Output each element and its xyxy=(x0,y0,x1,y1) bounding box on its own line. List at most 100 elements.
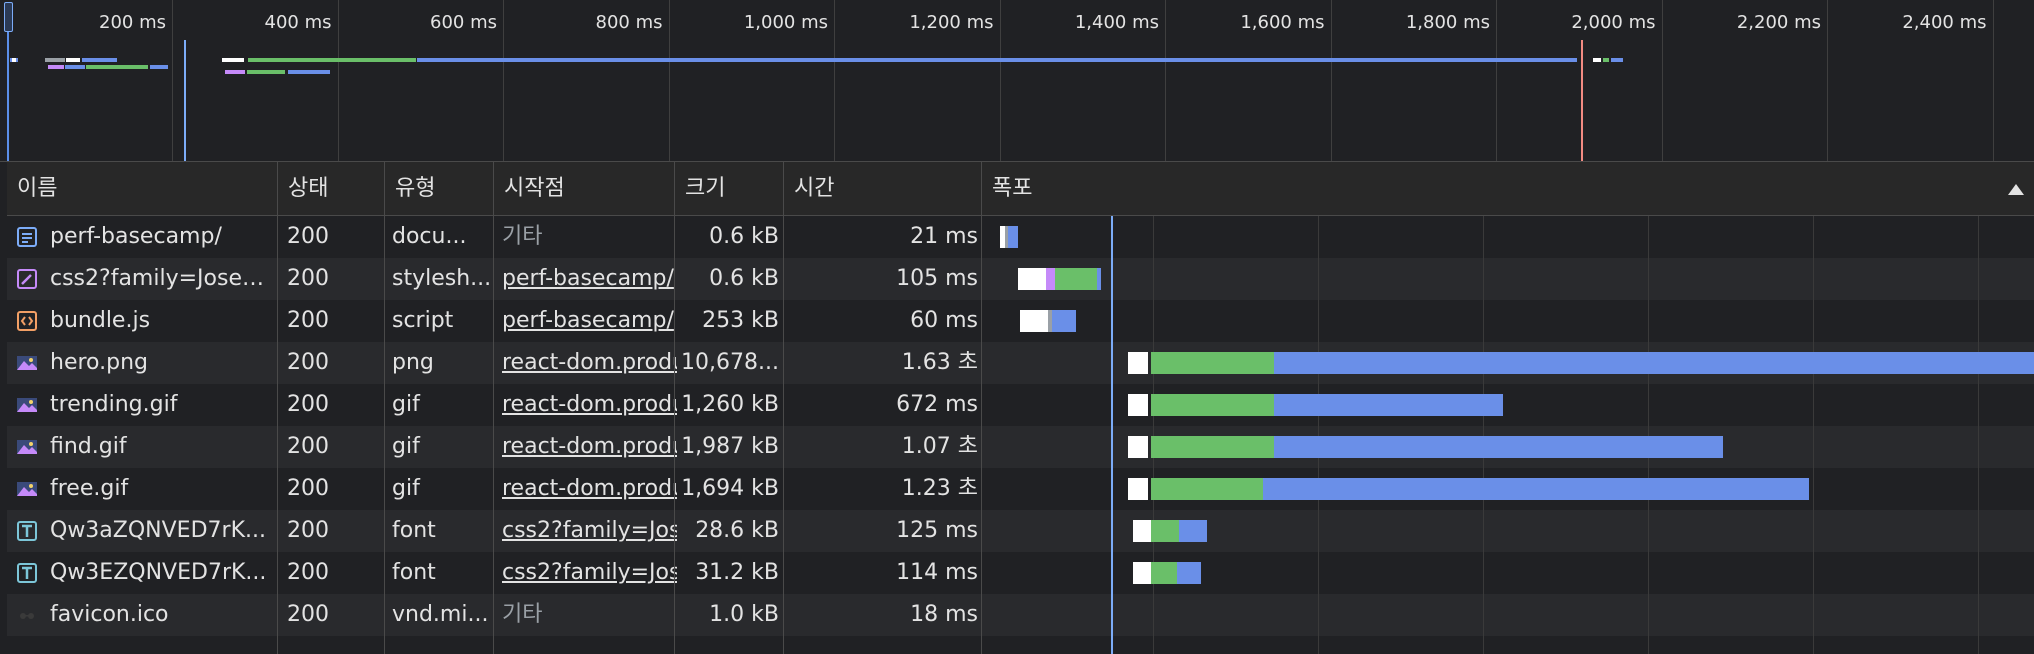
request-name[interactable]: bundle.js xyxy=(50,300,275,342)
table-row[interactable]: trending.gif 200 gif react-dom.produ 1,260 k… xyxy=(7,384,2034,426)
sort-ascending-icon[interactable] xyxy=(2008,184,2024,195)
request-size: 1,694 kB xyxy=(681,476,779,501)
request-name[interactable]: free.gif xyxy=(50,468,275,510)
overview-request-bar xyxy=(288,70,330,74)
waterfall-gridline xyxy=(1318,216,1319,654)
overview-request-bar xyxy=(1593,58,1601,62)
table-row[interactable]: Qw3aZQNVED7rK... 200 font css2?family=Jose 2… xyxy=(7,510,2034,552)
column-divider[interactable] xyxy=(493,162,494,654)
request-name[interactable]: favicon.ico xyxy=(50,594,275,636)
request-name[interactable]: css2?family=Josefi... xyxy=(50,258,275,300)
column-header-size[interactable]: 크기 xyxy=(675,162,783,215)
waterfall-bar[interactable] xyxy=(1151,478,1263,500)
waterfall-bar[interactable] xyxy=(1133,520,1151,542)
waterfall-gridline xyxy=(1153,216,1154,654)
table-row[interactable]: perf-basecamp/200 docu... 기타 0.6 kB 21 ms xyxy=(7,216,2034,258)
column-divider[interactable] xyxy=(674,162,675,654)
waterfall-bar[interactable] xyxy=(1151,436,1274,458)
overview-tick-label: 400 ms xyxy=(264,12,332,33)
request-type: font xyxy=(392,518,436,543)
waterfall-bar[interactable] xyxy=(1179,520,1207,542)
waterfall-bar[interactable] xyxy=(1128,352,1148,374)
request-type: font xyxy=(392,560,436,585)
waterfall-bar[interactable] xyxy=(1151,394,1274,416)
script-icon xyxy=(16,310,38,332)
request-name[interactable]: find.gif xyxy=(50,426,275,468)
waterfall-gridline xyxy=(1483,216,1484,654)
image-thumbnail-icon xyxy=(16,436,38,458)
column-divider[interactable] xyxy=(384,162,385,654)
waterfall-bar[interactable] xyxy=(1151,352,1274,374)
request-size: 28.6 kB xyxy=(695,518,779,543)
waterfall-bar[interactable] xyxy=(1055,268,1097,290)
waterfall-bar[interactable] xyxy=(1177,562,1201,584)
request-initiator-link[interactable]: react-dom.produ xyxy=(502,342,677,384)
column-header-name[interactable]: 이름 xyxy=(7,162,277,215)
table-row[interactable]: favicon.ico 200 vnd.mi... 기타 1.0 kB 18 ms xyxy=(7,594,2034,636)
column-divider[interactable] xyxy=(783,162,784,654)
overview-tick-label: 2,400 ms xyxy=(1902,12,1987,33)
network-request-table: perf-basecamp/200 docu... 기타 0.6 kB 21 ms css… xyxy=(7,162,2034,654)
waterfall-bar[interactable] xyxy=(1151,562,1177,584)
waterfall-bar[interactable] xyxy=(1008,226,1018,248)
request-status: 200 xyxy=(287,308,329,333)
request-status: 200 xyxy=(287,350,329,375)
request-size: 1.0 kB xyxy=(709,602,779,627)
request-size: 31.2 kB xyxy=(695,560,779,585)
column-header-initiator[interactable]: 시작점 xyxy=(494,162,674,215)
request-initiator-link[interactable]: css2?family=Jose xyxy=(502,552,677,594)
image-thumbnail-icon xyxy=(16,352,38,374)
request-initiator-link[interactable]: react-dom.produ xyxy=(502,426,677,468)
request-time: 1.07 초 xyxy=(901,434,978,459)
request-name[interactable]: Qw3EZQNVED7rK... xyxy=(50,552,275,594)
waterfall-bar[interactable] xyxy=(1097,268,1101,290)
overview-gridline xyxy=(1992,0,1994,161)
request-initiator-link[interactable]: react-dom.produ xyxy=(502,384,677,426)
request-initiator: 기타 xyxy=(502,602,543,627)
overview-request-bar xyxy=(66,58,80,62)
column-divider[interactable] xyxy=(981,162,982,654)
waterfall-bar[interactable] xyxy=(1151,520,1179,542)
overview-request-bar xyxy=(225,70,245,74)
column-header-type[interactable]: 유형 xyxy=(385,162,493,215)
waterfall-bar[interactable] xyxy=(1020,310,1048,332)
request-initiator: 기타 xyxy=(502,224,543,249)
waterfall-bar[interactable] xyxy=(1133,562,1151,584)
table-row[interactable]: Qw3EZQNVED7rK... 200 font css2?family=Jose 3… xyxy=(7,552,2034,594)
column-header-waterfall[interactable]: 폭포 xyxy=(982,162,2034,215)
overview-gridline xyxy=(834,0,835,161)
request-name[interactable]: perf-basecamp/ xyxy=(50,216,275,258)
waterfall-bar[interactable] xyxy=(1274,394,1503,416)
waterfall-bar[interactable] xyxy=(1018,268,1046,290)
overview-left-handle[interactable] xyxy=(4,2,13,32)
column-divider[interactable] xyxy=(277,162,278,654)
waterfall-bar[interactable] xyxy=(1274,436,1723,458)
waterfall-bar[interactable] xyxy=(1128,436,1148,458)
request-time: 125 ms xyxy=(896,518,978,543)
column-header-status[interactable]: 상태 xyxy=(278,162,384,215)
request-initiator-link[interactable]: perf-basecamp/ xyxy=(502,300,677,342)
waterfall-bar[interactable] xyxy=(1046,268,1055,290)
request-time: 114 ms xyxy=(896,560,978,585)
request-time: 60 ms xyxy=(910,308,978,333)
column-header-time[interactable]: 시간 xyxy=(784,162,981,215)
request-name[interactable]: hero.png xyxy=(50,342,275,384)
overview-request-bar xyxy=(65,65,85,69)
request-name[interactable]: Qw3aZQNVED7rK... xyxy=(50,510,275,552)
request-initiator-link[interactable]: css2?family=Jose xyxy=(502,510,677,552)
overview-tick-label: 800 ms xyxy=(595,12,663,33)
request-size: 10,678... xyxy=(681,350,779,375)
waterfall-bar[interactable] xyxy=(1128,478,1148,500)
request-size: 0.6 kB xyxy=(709,224,779,249)
overview-request-bar xyxy=(86,65,148,69)
waterfall-bar[interactable] xyxy=(1274,352,2034,374)
table-row[interactable]: find.gif 200 gif react-dom.produ 1,987 kB 1.0… xyxy=(7,426,2034,468)
request-name[interactable]: trending.gif xyxy=(50,384,275,426)
request-initiator-link[interactable]: react-dom.produ xyxy=(502,468,677,510)
waterfall-bar[interactable] xyxy=(1052,310,1076,332)
request-initiator-link[interactable]: perf-basecamp/ xyxy=(502,258,677,300)
load-event-marker xyxy=(1581,40,1583,161)
waterfall-bar[interactable] xyxy=(1128,394,1148,416)
timeline-overview[interactable]: 200 ms 400 ms 600 ms 800 ms 1,000 ms 1,200 ms… xyxy=(0,0,2034,162)
waterfall-bar[interactable] xyxy=(1263,478,1809,500)
